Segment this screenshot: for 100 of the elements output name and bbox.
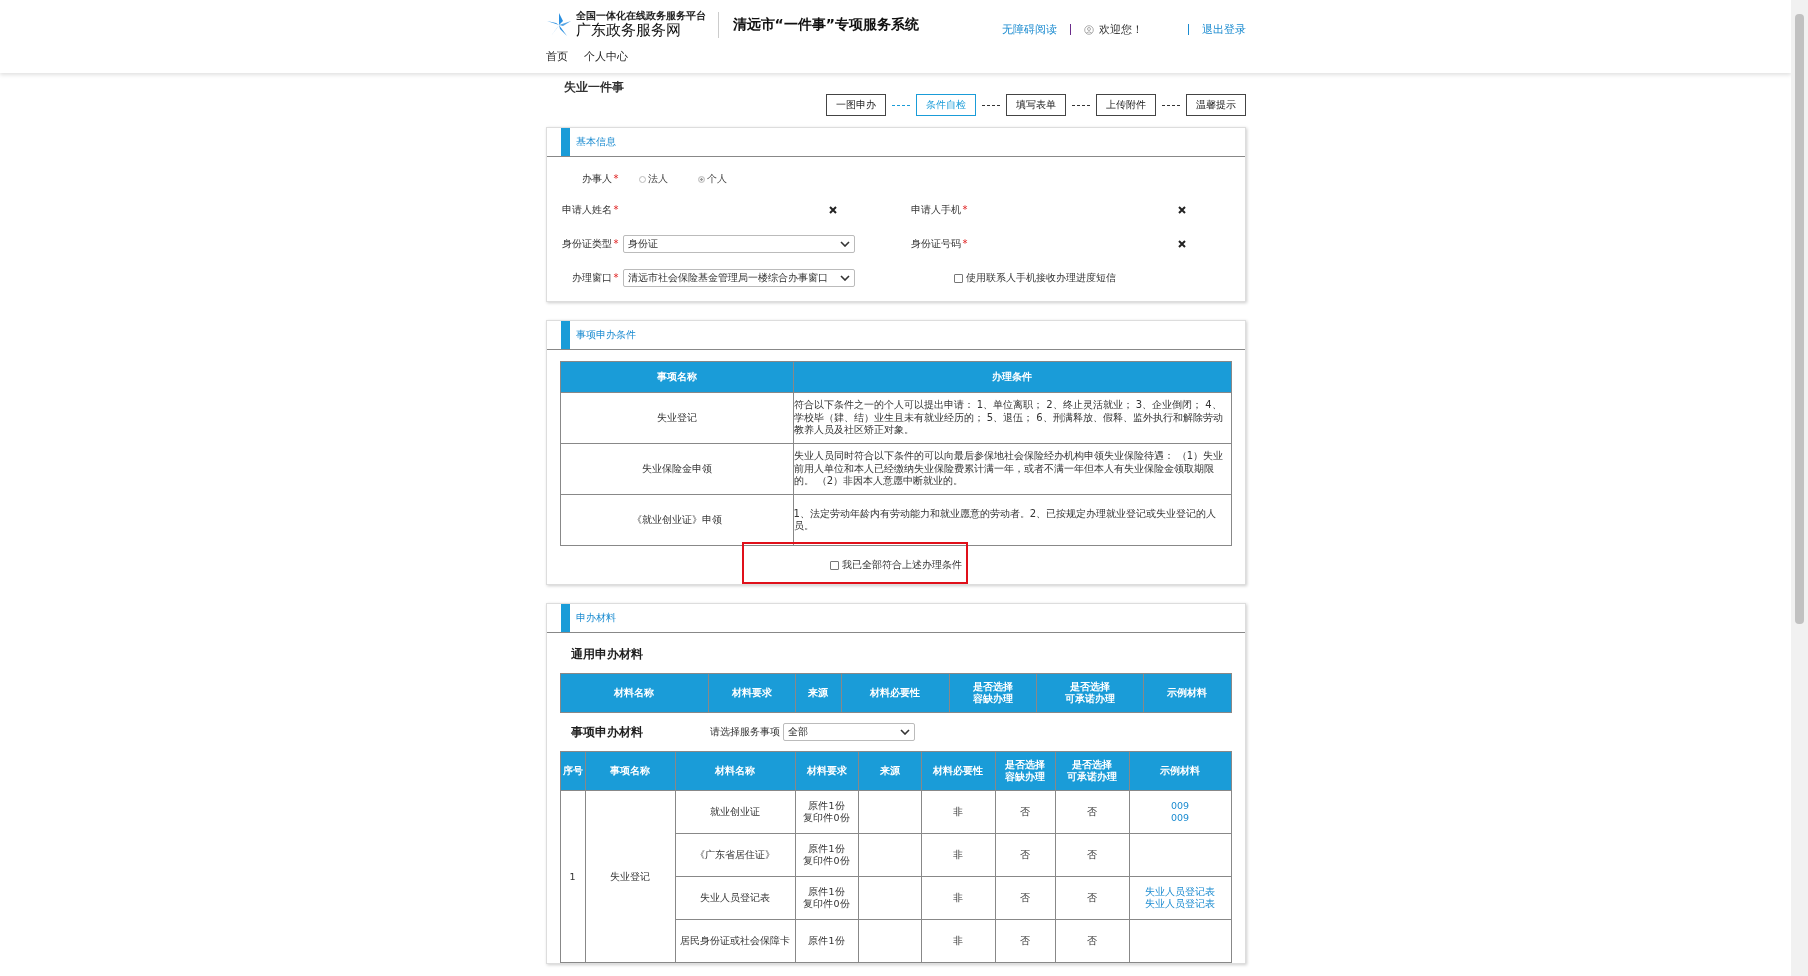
- chevron-icon: [839, 241, 850, 247]
- table-cell: 《就业创业证》申领: [560, 494, 793, 546]
- table-cell: 否: [995, 790, 1056, 834]
- logout-link[interactable]: 退出登录: [1201, 22, 1246, 37]
- table-cell: 居民身份证或社会保障卡: [675, 919, 795, 963]
- confirm-checkbox[interactable]: 我已全部符合上述办理条件: [829, 558, 962, 572]
- column-header: 材料要求: [795, 751, 858, 791]
- field-label: 办事人: [581, 173, 612, 184]
- scroll-thumb[interactable]: [1795, 14, 1804, 624]
- table-cell: 《广东省居住证》: [675, 833, 795, 877]
- column-header: 是否选择 容缺办理: [995, 751, 1056, 791]
- chevron-icon: [899, 729, 910, 735]
- column-header: 材料名称: [560, 673, 708, 713]
- table-cell: 否: [995, 876, 1056, 920]
- table-cell: 原件1份 复印件0份: [795, 876, 858, 920]
- select-field[interactable]: 清远市社会保险基金管理局一楼综合办事窗口: [622, 269, 855, 287]
- field-label: 办理窗口: [571, 272, 612, 283]
- section-title: 申办材料: [575, 611, 616, 625]
- table-cell: 就业创业证: [675, 790, 795, 834]
- table-cell: 非: [921, 919, 995, 963]
- step-tab[interactable]: 填写表单: [1005, 94, 1066, 116]
- step-tab[interactable]: 一图申办: [825, 94, 886, 116]
- site-name: 广东政务服务网: [575, 22, 682, 39]
- chevron-icon: [839, 275, 850, 281]
- field-label: 身份证号码: [910, 238, 961, 249]
- column-header: 事项名称: [585, 751, 675, 791]
- section-accent-bar: [560, 321, 570, 349]
- page-title: 失业一件事: [562, 79, 625, 96]
- field-label: 申请人姓名: [561, 204, 612, 215]
- subsection-heading: 事项申办材料: [569, 723, 644, 741]
- section-accent-bar: [560, 128, 570, 156]
- table-cell: 原件1份 复印件0份: [795, 790, 858, 834]
- table-cell: 非: [921, 876, 995, 920]
- subsection-heading: 通用申办材料: [569, 646, 644, 663]
- column-header: 材料名称: [675, 751, 795, 791]
- table-cell: 失业人员同时符合以下条件的可以向最后参保地社会保险经办机构申领失业保险待遇： （1）失业前用人单位和本人已经缴纳失业保险费累计满一年，或者不满一年但本人有失业保险金领取期限的。 （2）非因本人意愿中断就业的。: [793, 443, 1231, 495]
- scrollbar[interactable]: [1791, 0, 1808, 976]
- clear-icon[interactable]: [1177, 240, 1186, 248]
- filter-label: 请选择服务事项: [709, 725, 780, 739]
- required-mark: *: [613, 272, 619, 283]
- required-mark: *: [962, 238, 968, 249]
- table-cell: 失业保险金申领: [560, 443, 793, 495]
- system-title: 清远市“一件事”专项服务系统: [732, 15, 919, 34]
- section-accent-bar: [560, 604, 570, 632]
- select-field[interactable]: 身份证: [622, 235, 855, 253]
- welcome-text: 欢迎您！: [1098, 22, 1143, 37]
- column-header: 示例材料: [1143, 673, 1231, 713]
- nav-link[interactable]: 首页: [545, 49, 568, 64]
- column-header: 来源: [858, 751, 921, 791]
- table-cell: 否: [995, 919, 1056, 963]
- column-header: 来源: [795, 673, 842, 713]
- table-cell: 失业登记: [585, 790, 675, 963]
- platform-tagline: 全国一体化在线政务服务平台: [575, 10, 706, 22]
- example-link[interactable]: 失业人员登记表: [1130, 886, 1230, 898]
- table-cell: 非: [921, 790, 995, 834]
- table-cell: 失业人员登记表: [675, 876, 795, 920]
- nav-link[interactable]: 个人中心: [583, 49, 628, 64]
- table-cell: 1、法定劳动年龄内有劳动能力和就业愿意的劳动者。2、已按规定办理就业登记或失业登记的人员。: [793, 494, 1231, 546]
- required-mark: *: [962, 204, 968, 215]
- required-mark: *: [613, 173, 619, 184]
- example-link[interactable]: 失业人员登记表: [1130, 898, 1230, 910]
- column-header: 办理条件: [793, 361, 1231, 393]
- table-cell: 非: [921, 833, 995, 877]
- column-header: 是否选择 容缺办理: [949, 673, 1037, 713]
- step-tab[interactable]: 温馨提示: [1185, 94, 1246, 116]
- column-header: 材料必要性: [921, 751, 995, 791]
- section-title: 事项申办条件: [575, 328, 636, 342]
- table-cell: 原件1份: [795, 919, 858, 963]
- radio-option[interactable]: 个人: [697, 172, 727, 186]
- required-mark: *: [613, 238, 619, 249]
- step-tab[interactable]: 上传附件: [1095, 94, 1156, 116]
- table-cell: 否: [1055, 919, 1130, 963]
- clear-icon[interactable]: [828, 206, 837, 214]
- column-header: 材料要求: [708, 673, 796, 713]
- table-cell: 否: [1055, 790, 1130, 834]
- radio-option[interactable]: 法人: [638, 172, 668, 186]
- table-cell: 原件1份 复印件0份: [795, 833, 858, 877]
- accessibility-link[interactable]: 无障碍阅读: [1001, 22, 1057, 37]
- example-link[interactable]: 009: [1130, 812, 1230, 824]
- table-cell: 否: [995, 833, 1056, 877]
- sms-checkbox[interactable]: 使用联系人手机接收办理进度短信: [953, 271, 1116, 285]
- clear-icon[interactable]: [1177, 206, 1186, 214]
- column-header: 材料必要性: [841, 673, 950, 713]
- required-mark: *: [613, 204, 619, 215]
- table-cell: 1: [560, 790, 585, 963]
- table-cell: 符合以下条件之一的个人可以提出申请： 1、单位离职； 2、终止灵活就业； 3、企业倒闭； 4、学校毕（肄、结）业生且未有就业经历的； 5、退伍； 6、刑满释放、假释、监外执行和解除劳动教养人员及社区矫正对象。: [793, 392, 1231, 444]
- table-cell: 失业登记: [560, 392, 793, 444]
- user-icon: [1083, 24, 1094, 35]
- table-cell: 否: [1055, 833, 1130, 877]
- service-select[interactable]: 全部: [782, 723, 915, 741]
- column-header: 示例材料: [1129, 751, 1231, 791]
- field-label: 身份证类型: [561, 238, 612, 249]
- field-label: 申请人手机: [910, 204, 961, 215]
- section-title: 基本信息: [575, 135, 616, 149]
- column-header: 是否选择 可承诺办理: [1036, 673, 1144, 713]
- example-link[interactable]: 009: [1130, 800, 1230, 812]
- column-header: 是否选择 可承诺办理: [1055, 751, 1130, 791]
- table-cell: 否: [1055, 876, 1130, 920]
- column-header: 事项名称: [560, 361, 793, 393]
- column-header: 序号: [560, 751, 585, 791]
